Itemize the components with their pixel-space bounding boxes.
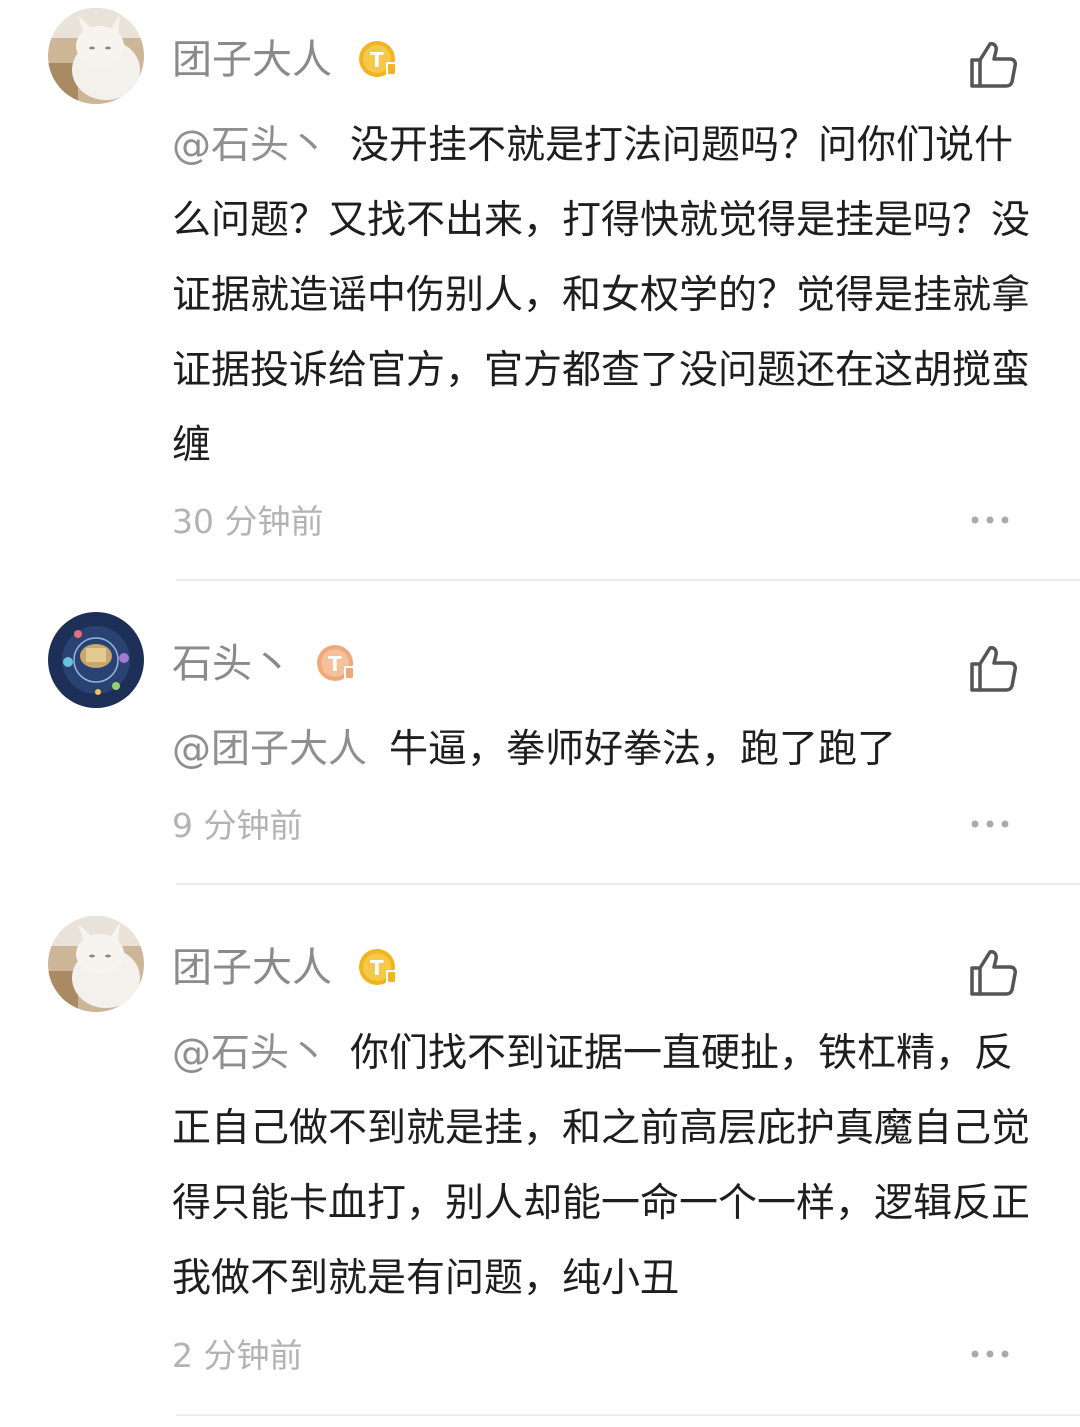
comment-item: 团子大人 T @石头丶 没开挂不就是打法问题吗？问你们说什么问题？又找不出来，打得… bbox=[0, 0, 1080, 581]
game-map-avatar-icon bbox=[48, 612, 144, 708]
timestamp: 30 分钟前 bbox=[172, 502, 324, 541]
timestamp: 9 分钟前 bbox=[172, 806, 303, 845]
comment-item: 石头丶 T @团子大人 牛逼，拳师好拳法，跑了跑了 9 分钟前 bbox=[0, 582, 1080, 885]
svg-text:T: T bbox=[370, 48, 384, 72]
comment-item: 团子大人 T @石头丶 你们找不到证据一直硬扯，铁杠精，反正自己做不到就是挂，和之… bbox=[0, 886, 1080, 1427]
more-options-icon[interactable] bbox=[970, 1348, 1010, 1360]
divider bbox=[176, 883, 1080, 885]
comment-text: @石头丶 没开挂不就是打法问题吗？问你们说什么问题？又找不出来，打得快就觉得是挂是… bbox=[172, 108, 1037, 483]
comment-text: @团子大人 牛逼，拳师好拳法，跑了跑了 bbox=[172, 712, 1037, 787]
avatar[interactable] bbox=[48, 916, 144, 1012]
username[interactable]: 团子大人 bbox=[172, 36, 332, 84]
svg-text:T: T bbox=[370, 956, 384, 980]
mention-link[interactable]: @团子大人 bbox=[172, 727, 367, 772]
username[interactable]: 石头丶 bbox=[172, 640, 292, 688]
timestamp: 2 分钟前 bbox=[172, 1336, 303, 1375]
more-options-icon[interactable] bbox=[970, 818, 1010, 830]
mention-link[interactable]: @石头丶 bbox=[172, 1031, 328, 1076]
username[interactable]: 团子大人 bbox=[172, 944, 332, 992]
divider bbox=[176, 1414, 1080, 1416]
mention-link[interactable]: @石头丶 bbox=[172, 123, 328, 168]
like-thumb-icon[interactable] bbox=[966, 642, 1020, 696]
like-thumb-icon[interactable] bbox=[966, 38, 1020, 92]
gold-level-badge-icon: T bbox=[359, 949, 397, 985]
comment-content: 没开挂不就是打法问题吗？问你们说什么问题？又找不出来，打得快就觉得是挂是吗？没证… bbox=[172, 123, 1031, 468]
white-cat-avatar-icon bbox=[48, 916, 144, 1012]
divider bbox=[176, 579, 1080, 581]
like-thumb-icon[interactable] bbox=[966, 946, 1020, 1000]
avatar[interactable] bbox=[48, 612, 144, 708]
white-cat-avatar-icon bbox=[48, 8, 144, 104]
more-options-icon[interactable] bbox=[970, 514, 1010, 526]
comment-content: 牛逼，拳师好拳法，跑了跑了 bbox=[389, 727, 897, 772]
orange-level-badge-icon: T bbox=[317, 645, 355, 681]
comment-text: @石头丶 你们找不到证据一直硬扯，铁杠精，反正自己做不到就是挂，和之前高层庇护真魔… bbox=[172, 1016, 1037, 1316]
avatar[interactable] bbox=[48, 8, 144, 104]
svg-text:T: T bbox=[328, 652, 342, 676]
gold-level-badge-icon: T bbox=[359, 41, 397, 77]
